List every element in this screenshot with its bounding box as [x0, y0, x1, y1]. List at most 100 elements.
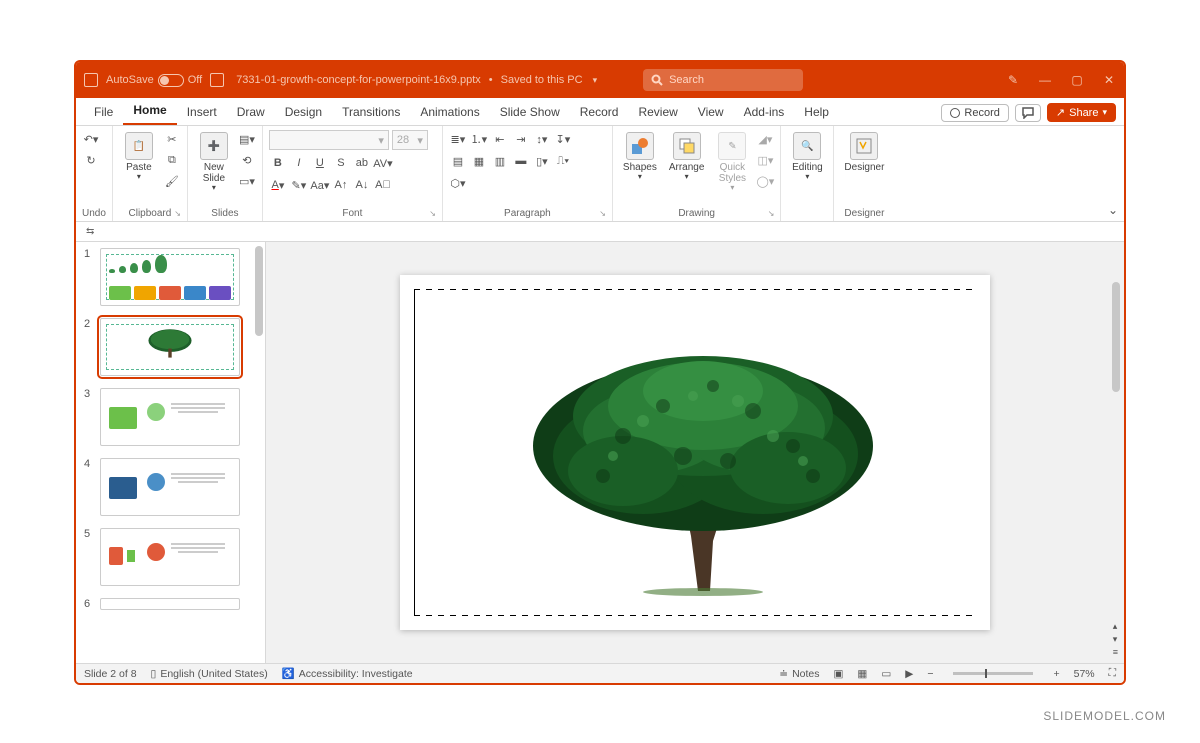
tab-transitions[interactable]: Transitions — [332, 99, 410, 125]
minimize-button[interactable]: — — [1038, 73, 1052, 87]
bullets-button[interactable]: ≣▾ — [449, 130, 467, 148]
maximize-button[interactable]: ▢ — [1070, 73, 1084, 87]
highlight-button[interactable]: ✎▾ — [290, 176, 308, 194]
slide-thumbnail-5[interactable] — [100, 528, 240, 586]
quick-styles-button[interactable]: ✎ Quick Styles▾ — [712, 130, 752, 195]
chevron-down-icon[interactable]: ▾ — [593, 75, 598, 86]
slide[interactable] — [400, 275, 990, 630]
slide-thumbnail-6[interactable] — [100, 598, 240, 610]
accessibility-button[interactable]: ♿ Accessibility: Investigate — [282, 667, 413, 680]
designer-button[interactable]: Designer — [840, 130, 888, 175]
slide-thumbnail-4[interactable] — [100, 458, 240, 516]
align-text-button[interactable]: ⎍▾ — [554, 152, 572, 170]
indent-inc-button[interactable]: ⇥ — [512, 130, 530, 148]
redo-button[interactable]: ↻ — [82, 151, 100, 169]
thumb-number: 6 — [84, 598, 94, 610]
tab-file[interactable]: File — [84, 99, 123, 125]
tab-slideshow[interactable]: Slide Show — [490, 99, 570, 125]
tab-animations[interactable]: Animations — [410, 99, 489, 125]
slide-thumbnail-3[interactable] — [100, 388, 240, 446]
font-color-button[interactable]: A▾ — [269, 176, 287, 194]
tab-addins[interactable]: Add-ins — [734, 99, 795, 125]
undo-button[interactable]: ↶▾ — [82, 130, 100, 148]
smartart-button[interactable]: ⬡▾ — [449, 174, 467, 192]
zoom-slider[interactable] — [953, 672, 1033, 675]
slide-canvas[interactable]: ▴▾≡ — [266, 242, 1124, 663]
underline-button[interactable]: U — [311, 154, 329, 172]
share-button[interactable]: ↗ Share — [1047, 103, 1116, 122]
shrink-font-button[interactable]: A↓ — [353, 176, 371, 194]
font-name-dropdown[interactable]: ▾ — [269, 130, 389, 150]
tab-record[interactable]: Record — [570, 99, 629, 125]
slide-nav-arrows[interactable]: ▴▾≡ — [1113, 621, 1118, 657]
shapes-button[interactable]: Shapes▾ — [619, 130, 661, 184]
notes-button[interactable]: ≐ Notes — [779, 668, 819, 680]
tab-help[interactable]: Help — [794, 99, 839, 125]
pen-icon[interactable]: ✎ — [1006, 73, 1020, 87]
indent-dec-button[interactable]: ⇤ — [491, 130, 509, 148]
collapse-ribbon-button[interactable]: ⌄ — [1108, 203, 1118, 217]
clear-format-button[interactable]: A⃠ — [374, 176, 392, 194]
close-button[interactable]: ✕ — [1102, 73, 1116, 87]
align-right-button[interactable]: ▥ — [491, 152, 509, 170]
shape-fill-button[interactable]: ◢▾ — [756, 130, 774, 148]
language-button[interactable]: ▯ English (United States) — [151, 668, 268, 680]
change-case-button[interactable]: Aa▾ — [311, 176, 329, 194]
slideshow-view-button[interactable]: ▶ — [905, 668, 913, 680]
strike-button[interactable]: S — [332, 154, 350, 172]
tab-view[interactable]: View — [688, 99, 734, 125]
zoom-out-button[interactable]: − — [927, 668, 933, 680]
sorter-view-button[interactable]: ▦ — [857, 668, 867, 680]
shape-outline-button[interactable]: ◫▾ — [756, 151, 774, 169]
justify-button[interactable]: ▬ — [512, 152, 530, 170]
columns-button[interactable]: ▯▾ — [533, 152, 551, 170]
format-painter-button[interactable]: 🖌 — [163, 172, 181, 190]
shadow-button[interactable]: ab — [353, 154, 371, 172]
record-button[interactable]: Record — [941, 104, 1008, 122]
qat-overflow-icon[interactable]: ⇆ — [86, 226, 94, 237]
normal-view-button[interactable]: ▣ — [834, 668, 844, 680]
ribbon-tabs: File Home Insert Draw Design Transitions… — [76, 98, 1124, 126]
slide-thumbnails-panel[interactable]: 1 2 — [76, 242, 266, 663]
canvas-scrollbar[interactable] — [1112, 282, 1120, 392]
comments-button[interactable] — [1015, 104, 1041, 122]
autosave-toggle[interactable]: AutoSave Off — [106, 74, 202, 87]
tree-image[interactable] — [503, 336, 903, 596]
italic-button[interactable]: I — [290, 154, 308, 172]
zoom-in-button[interactable]: + — [1053, 668, 1059, 680]
layout-button[interactable]: ▤▾ — [238, 130, 256, 148]
tab-draw[interactable]: Draw — [227, 99, 275, 125]
group-editing: 🔍 Editing▾ — [781, 126, 834, 221]
tab-home[interactable]: Home — [123, 97, 176, 125]
grow-font-button[interactable]: A↑ — [332, 176, 350, 194]
tab-review[interactable]: Review — [628, 99, 687, 125]
text-direction-button[interactable]: ↧▾ — [554, 130, 572, 148]
align-center-button[interactable]: ▦ — [470, 152, 488, 170]
numbering-button[interactable]: ⒈▾ — [470, 130, 488, 148]
reading-view-button[interactable]: ▭ — [881, 668, 891, 680]
search-box[interactable]: Search — [643, 69, 803, 91]
bold-button[interactable]: B — [269, 154, 287, 172]
align-left-button[interactable]: ▤ — [449, 152, 467, 170]
tab-design[interactable]: Design — [275, 99, 332, 125]
document-filename: 7331-01-growth-concept-for-powerpoint-16… — [236, 74, 481, 86]
paste-button[interactable]: 📋 Paste▾ — [119, 130, 159, 184]
tab-insert[interactable]: Insert — [177, 99, 227, 125]
line-spacing-button[interactable]: ↕▾ — [533, 130, 551, 148]
shape-effects-button[interactable]: ◯▾ — [756, 172, 774, 190]
font-size-dropdown[interactable]: 28▾ — [392, 130, 428, 150]
slide-thumbnail-2[interactable] — [100, 318, 240, 376]
editing-button[interactable]: 🔍 Editing▾ — [787, 130, 827, 184]
cut-button[interactable]: ✂ — [163, 130, 181, 148]
section-button[interactable]: ▭▾ — [238, 172, 256, 190]
new-slide-button[interactable]: ➕ New Slide▾ — [194, 130, 234, 195]
spacing-button[interactable]: AV▾ — [374, 154, 392, 172]
copy-button[interactable]: ⧉ — [163, 151, 181, 169]
arrange-button[interactable]: Arrange▾ — [665, 130, 709, 184]
thumbnails-scrollbar[interactable] — [255, 246, 263, 336]
slide-thumbnail-1[interactable] — [100, 248, 240, 306]
fit-button[interactable]: ⛶ — [1109, 667, 1116, 680]
save-icon[interactable] — [210, 73, 224, 87]
toggle-switch-icon[interactable] — [158, 74, 184, 87]
reset-button[interactable]: ⟲ — [238, 151, 256, 169]
